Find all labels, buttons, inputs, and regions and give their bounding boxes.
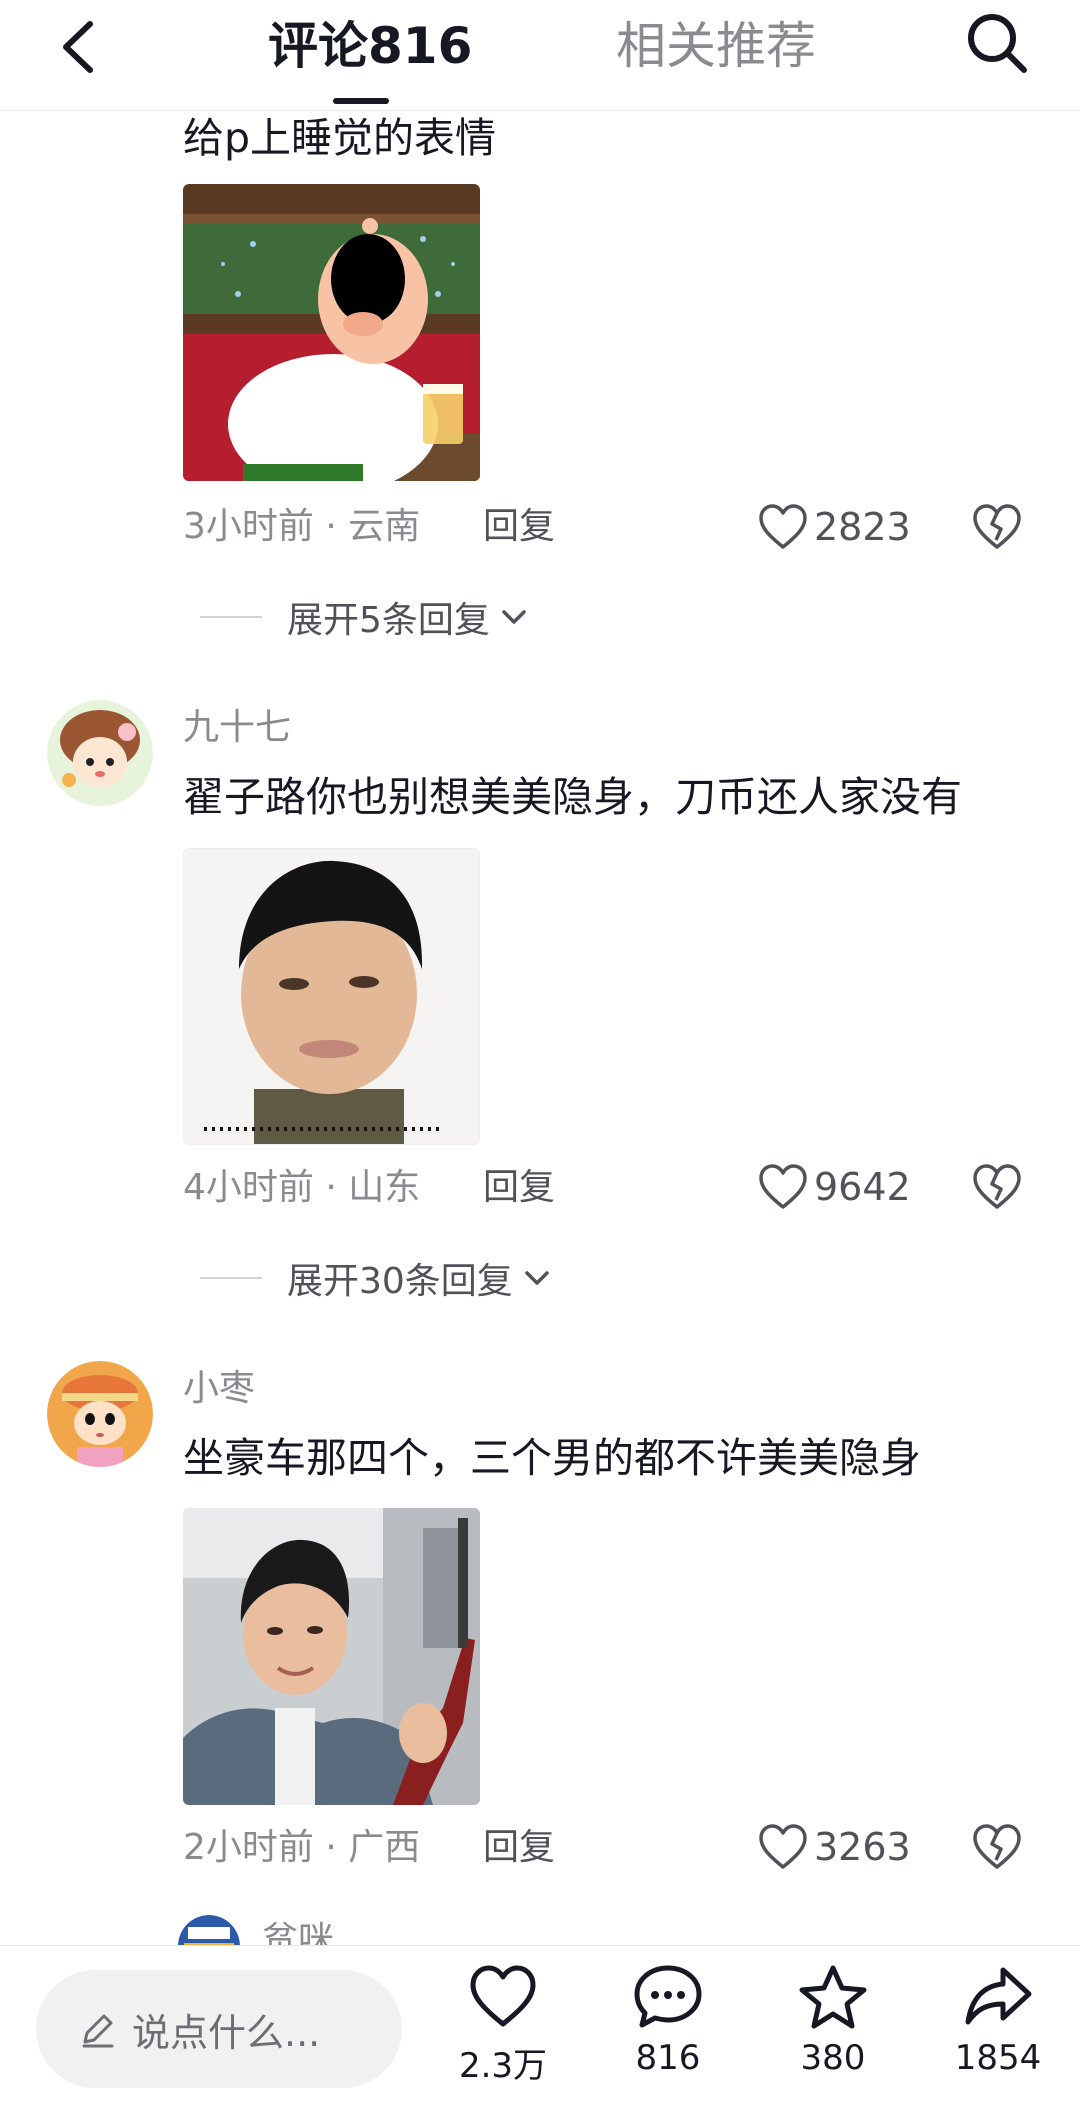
heart-outline-icon — [759, 504, 807, 549]
bottom-action-bar: 说点什么... 2.3万 816 380 1854 — [0, 1945, 1080, 2118]
comment-image-photo[interactable] — [183, 848, 480, 1145]
comment-time: 3小时前 — [183, 506, 314, 547]
dislike-button[interactable] — [970, 1820, 1024, 1874]
comment-location: 广西 — [348, 1827, 421, 1868]
comment-text: 翟子路你也别想美美隐身，刀币还人家没有 — [183, 773, 962, 821]
avatar-image — [47, 700, 153, 806]
like-button[interactable]: 2823 — [758, 500, 911, 554]
expand-replies-label: 展开5条回复 — [287, 600, 490, 641]
share-button[interactable]: 1854 — [923, 1964, 1073, 2114]
meta-separator: · — [325, 1827, 349, 1868]
reply-button[interactable]: 回复 — [483, 1823, 555, 1873]
heart-outline-icon — [759, 1824, 807, 1869]
comment-input-placeholder: 说点什么... — [132, 2010, 321, 2055]
expand-line — [200, 616, 262, 618]
dislike-button[interactable] — [970, 500, 1024, 554]
like-button[interactable]: 3263 — [758, 1820, 911, 1874]
favorite-total: 380 — [800, 2038, 866, 2078]
username[interactable]: 小枣 — [183, 1366, 255, 1412]
broken-heart-icon — [973, 1824, 1021, 1869]
broken-heart-icon — [973, 1164, 1021, 1209]
comment-input[interactable]: 说点什么... — [36, 1970, 402, 2088]
active-tab-indicator — [333, 98, 389, 104]
like-count: 2823 — [814, 505, 911, 549]
comment-bubble-icon — [634, 1965, 702, 2028]
reply-button[interactable]: 回复 — [483, 1163, 555, 1213]
like-count: 3263 — [814, 1825, 911, 1869]
expand-replies-label: 展开30条回复 — [287, 1261, 513, 1302]
username[interactable]: 九十七 — [183, 705, 291, 751]
cartoon-sticker-image — [183, 184, 480, 481]
comment-text: 坐豪车那四个，三个男的都不许美美隐身 — [183, 1434, 921, 1482]
comment-text: 给p上睡觉的表情 — [183, 114, 497, 162]
man-face-image — [184, 849, 479, 1144]
comment-time: 2小时前 — [183, 1827, 314, 1868]
comment-location: 云南 — [348, 506, 421, 547]
back-button[interactable] — [52, 12, 112, 82]
comment-meta: 3小时前 · 云南 — [183, 502, 420, 552]
broken-heart-icon — [973, 504, 1021, 549]
dislike-button[interactable] — [970, 1160, 1024, 1214]
meta-separator: · — [325, 1167, 349, 1208]
heart-icon — [470, 1965, 536, 2027]
avatar[interactable] — [47, 700, 153, 806]
chevron-left-icon — [63, 21, 93, 73]
expand-replies-button[interactable]: 展开30条回复 — [200, 1253, 555, 1303]
like-total: 2.3万 — [458, 2046, 548, 2086]
like-count: 9642 — [814, 1165, 911, 1209]
comment-image-sticker[interactable] — [183, 184, 480, 481]
avatar[interactable] — [47, 1361, 153, 1467]
top-bar: 评论816 相关推荐 — [0, 0, 1080, 111]
favorite-button[interactable]: 380 — [758, 1964, 908, 2114]
expand-line — [200, 1277, 262, 1279]
comment-meta: 2小时前 · 广西 — [183, 1823, 420, 1873]
comment-total: 816 — [635, 2038, 701, 2078]
comment-image-photo[interactable] — [183, 1508, 480, 1805]
chevron-down-icon — [525, 1271, 549, 1285]
search-button[interactable] — [962, 8, 1032, 78]
chevron-down-icon — [502, 610, 526, 624]
like-button[interactable]: 9642 — [758, 1160, 911, 1214]
comments-button[interactable]: 816 — [593, 1964, 743, 2114]
star-icon — [799, 1965, 867, 2029]
tab-comments[interactable]: 评论816 — [268, 14, 472, 78]
like-video-button[interactable]: 2.3万 — [428, 1964, 578, 2114]
expand-replies-button[interactable]: 展开5条回复 — [200, 592, 532, 642]
avatar-image — [47, 1361, 153, 1467]
man-holding-rifle-image — [183, 1508, 480, 1805]
share-arrow-icon — [965, 1967, 1032, 2025]
comment-location: 山东 — [348, 1167, 421, 1208]
search-icon — [968, 14, 1027, 73]
meta-separator: · — [325, 506, 349, 547]
tab-related[interactable]: 相关推荐 — [616, 14, 816, 78]
pencil-icon — [82, 2014, 114, 2048]
reply-button[interactable]: 回复 — [483, 502, 555, 552]
comment-time: 4小时前 — [183, 1167, 314, 1208]
share-total: 1854 — [954, 2038, 1042, 2078]
comment-meta: 4小时前 · 山东 — [183, 1163, 420, 1213]
heart-outline-icon — [759, 1164, 807, 1209]
